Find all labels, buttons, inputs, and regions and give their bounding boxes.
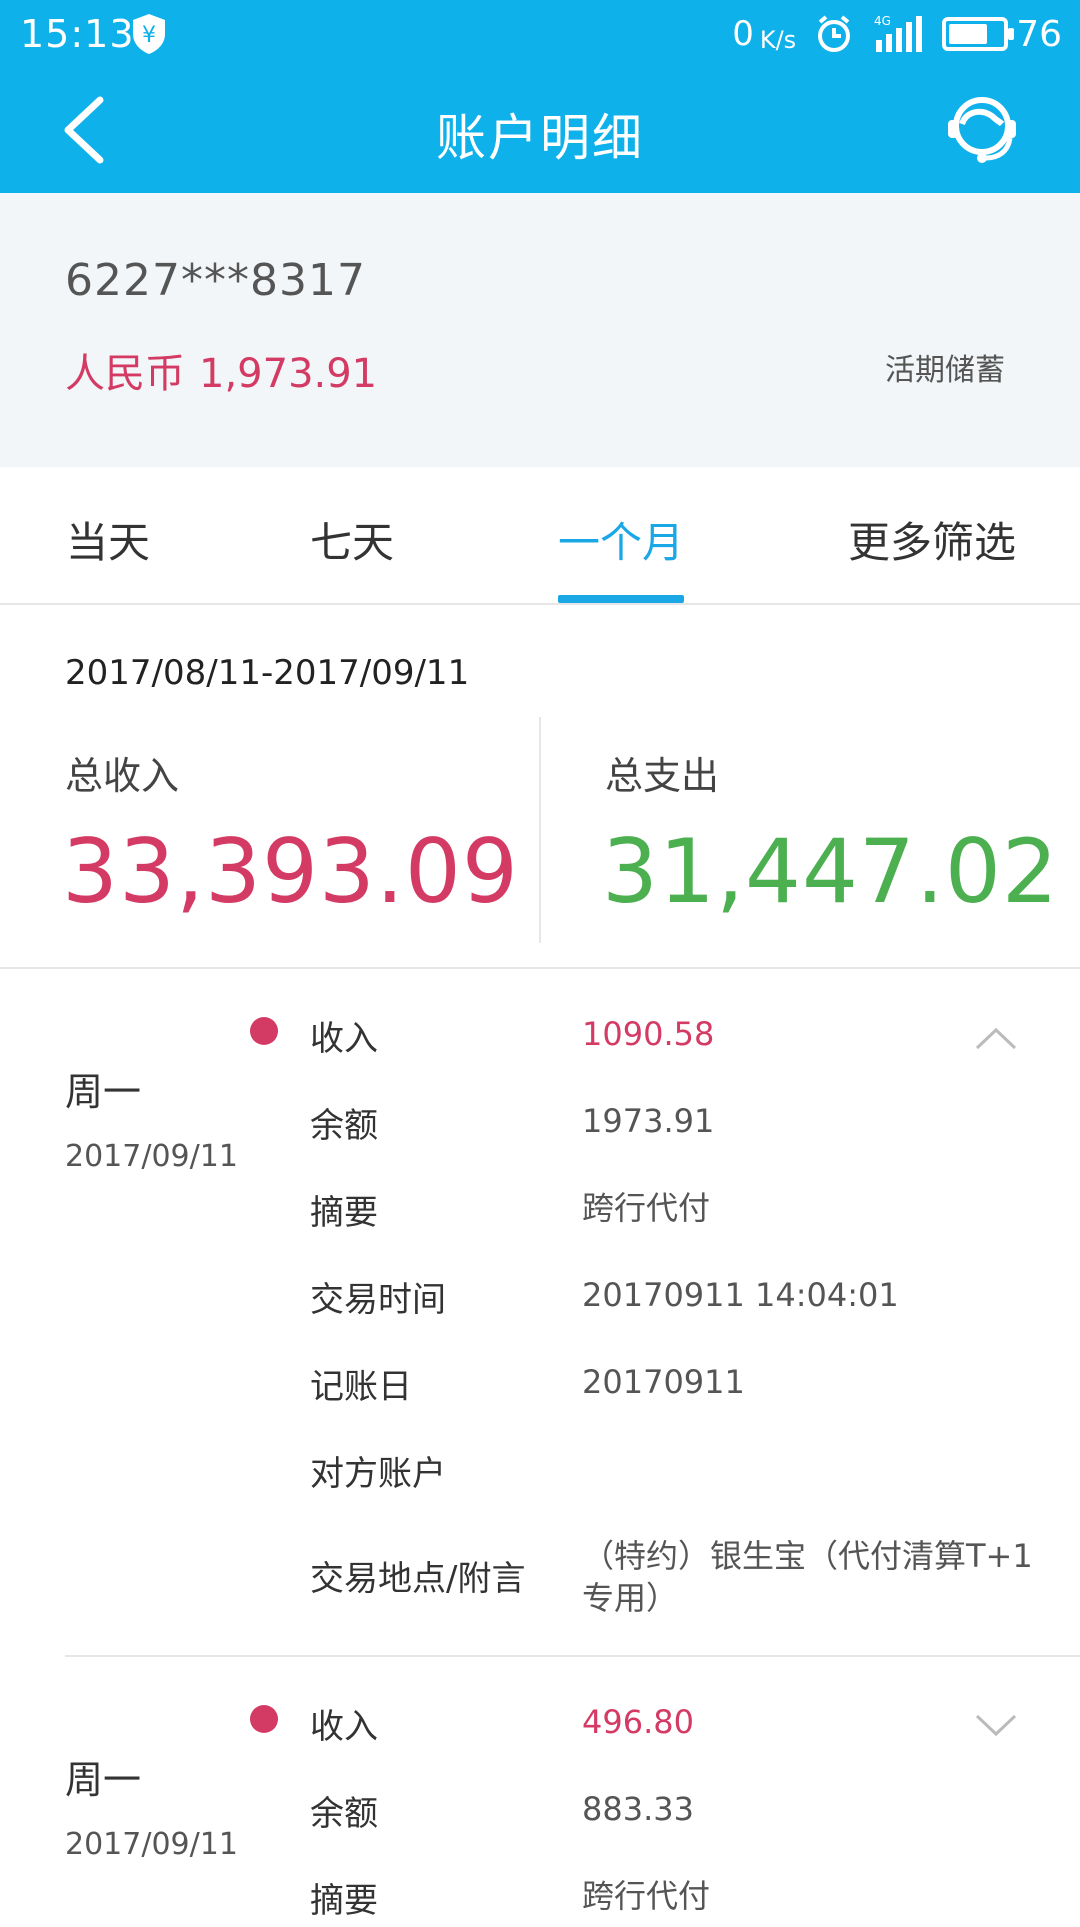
account-balance: 人民币 1,973.91: [65, 341, 377, 399]
tab-active-indicator: [558, 595, 684, 603]
account-summary: 6227***8317 人民币 1,973.91 活期储蓄: [0, 193, 1080, 467]
customer-service-icon[interactable]: [942, 90, 1022, 170]
balance-value: 1,973.91: [199, 351, 378, 397]
chevron-down-icon[interactable]: [974, 1713, 1018, 1739]
network-speed: 0 K/s: [732, 14, 797, 54]
field-label: 摘要: [310, 1193, 378, 1233]
field-label: 摘要: [310, 1881, 378, 1921]
bank-shield-icon: ¥: [133, 14, 165, 54]
transaction-item[interactable]: 周一 2017/09/11 收入 496.80 余额 883.33 摘要 跨行代…: [0, 1657, 1080, 1927]
currency-label: 人民币: [65, 351, 185, 397]
date-range: 2017/08/11-2017/09/11: [65, 653, 470, 693]
period-tabs: 当天 七天 一个月 更多筛选: [0, 467, 1080, 605]
battery-level: 76: [1016, 13, 1062, 55]
chevron-up-icon[interactable]: [974, 1025, 1018, 1051]
tab-more-filters[interactable]: 更多筛选: [848, 509, 1016, 570]
status-bar: 15:13 ¥ 0 K/s 4G 76: [0, 0, 1080, 68]
field-value: 20170911 14:04:01: [582, 1276, 899, 1314]
field-label: 余额: [310, 1794, 378, 1834]
transaction-day: 周一: [65, 1070, 142, 1114]
total-income-value: 33,393.09: [62, 820, 519, 923]
tab-today[interactable]: 当天: [66, 509, 150, 570]
field-value: （特约）银生宝（代付清算T+1专用）: [582, 1537, 1033, 1617]
field-label: 对方账户: [310, 1454, 446, 1494]
total-expense-value: 31,447.02: [602, 820, 1059, 923]
field-value: 跨行代付: [582, 1877, 711, 1915]
top-bar: 15:13 ¥ 0 K/s 4G 76 账户明细: [0, 0, 1080, 193]
status-right: 0 K/s 4G 76: [732, 10, 1062, 58]
transaction-item[interactable]: 周一 2017/09/11 收入 1090.58 余额 1973.91 摘要 跨…: [0, 969, 1080, 1657]
account-type: 活期储蓄: [885, 353, 1005, 388]
app-header: 账户明细: [0, 68, 1080, 193]
svg-text:¥: ¥: [142, 23, 156, 48]
field-label: 交易地点/附言: [310, 1559, 526, 1599]
field-value: 883.33: [582, 1790, 694, 1828]
status-time: 15:13: [20, 12, 135, 56]
battery-icon: [942, 17, 1015, 51]
tab-one-month[interactable]: 一个月: [558, 509, 684, 570]
field-label: 交易时间: [310, 1280, 446, 1320]
income-dot-icon: [250, 1705, 278, 1733]
alarm-icon: [818, 15, 851, 52]
transaction-date: 2017/09/11: [65, 1139, 238, 1174]
page-title: 账户明细: [436, 109, 644, 167]
total-expense-label: 总支出: [605, 754, 720, 798]
field-value: 跨行代付: [582, 1189, 711, 1227]
transaction-day: 周一: [65, 1758, 142, 1802]
field-label: 收入: [310, 1019, 378, 1059]
period-summary: 2017/08/11-2017/09/11 总收入 33,393.09 总支出 …: [0, 605, 1080, 969]
svg-text:4G: 4G: [874, 14, 891, 28]
income-dot-icon: [250, 1017, 278, 1045]
field-label: 收入: [310, 1707, 378, 1747]
summary-divider: [539, 717, 541, 943]
tab-seven-days[interactable]: 七天: [310, 509, 394, 570]
card-number: 6227***8317: [65, 255, 366, 306]
field-value: 1973.91: [582, 1102, 715, 1140]
transaction-list: 周一 2017/09/11 收入 1090.58 余额 1973.91 摘要 跨…: [0, 969, 1080, 1927]
field-label: 记账日: [310, 1367, 412, 1407]
total-income-label: 总收入: [65, 754, 180, 798]
field-label: 余额: [310, 1106, 378, 1146]
field-value: 20170911: [582, 1363, 745, 1401]
signal-icon: 4G: [874, 14, 923, 52]
transaction-date: 2017/09/11: [65, 1827, 238, 1862]
battery: 76: [942, 14, 1062, 55]
